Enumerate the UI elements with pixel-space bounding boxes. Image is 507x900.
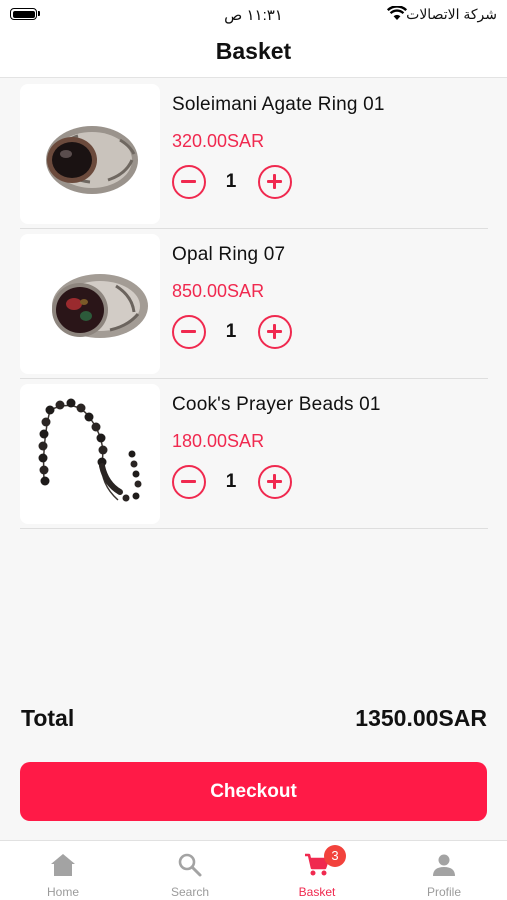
increase-quantity-button[interactable] (258, 465, 292, 499)
item-price: 320.00SAR (172, 131, 265, 151)
tab-basket[interactable]: 3 Basket (254, 841, 380, 900)
header: Basket (0, 30, 507, 78)
status-bar: ١١:٣١ ص شركة الاتصالات (0, 0, 507, 30)
tab-label: Basket (298, 885, 336, 899)
page-title: Basket (215, 38, 292, 64)
prayer-beads-image[interactable] (20, 384, 160, 524)
tab-label: Search (170, 885, 210, 899)
tab-label: Profile (426, 885, 461, 899)
search-icon (178, 853, 202, 877)
item-price: 180.00SAR (172, 431, 265, 451)
item-quantity: 1 (225, 321, 237, 342)
agate-ring-icon (46, 126, 138, 194)
carrier-name: شركة الاتصالات (406, 6, 497, 22)
home-icon (51, 854, 75, 876)
item-name[interactable]: Cook's Prayer Beads 01 (172, 394, 381, 416)
tab-bar: Home Search 3 Basket Profile (0, 840, 507, 900)
total-value: 1350.00SAR (355, 705, 487, 731)
decrease-quantity-button[interactable] (172, 465, 206, 499)
basket-item: Opal Ring 07 850.00SAR 1 (20, 229, 488, 379)
checkout-button[interactable]: Checkout (20, 762, 487, 821)
item-name[interactable]: Soleimani Agate Ring 01 (172, 94, 385, 116)
tab-search[interactable]: Search (127, 841, 253, 900)
wifi-icon (387, 6, 407, 20)
cart-count-badge: 3 (324, 845, 346, 867)
decrease-quantity-button[interactable] (172, 165, 206, 199)
prayer-beads-icon (38, 398, 142, 502)
agate-ring-image[interactable] (20, 84, 160, 224)
decrease-quantity-button[interactable] (172, 315, 206, 349)
opal-ring-icon (52, 274, 148, 338)
person-icon (433, 854, 455, 876)
increase-quantity-button[interactable] (258, 315, 292, 349)
item-name[interactable]: Opal Ring 07 (172, 244, 285, 266)
tab-label: Home (46, 885, 79, 899)
item-price: 850.00SAR (172, 281, 265, 301)
basket-item: Cook's Prayer Beads 01 180.00SAR 1 (20, 379, 488, 529)
item-quantity: 1 (225, 471, 237, 492)
item-quantity: 1 (225, 171, 237, 192)
opal-ring-image[interactable] (20, 234, 160, 374)
increase-quantity-button[interactable] (258, 165, 292, 199)
basket-item: Soleimani Agate Ring 01 320.00SAR 1 (20, 79, 488, 229)
total-label: Total (21, 705, 75, 731)
tab-profile[interactable]: Profile (381, 841, 507, 900)
tab-home[interactable]: Home (0, 841, 126, 900)
